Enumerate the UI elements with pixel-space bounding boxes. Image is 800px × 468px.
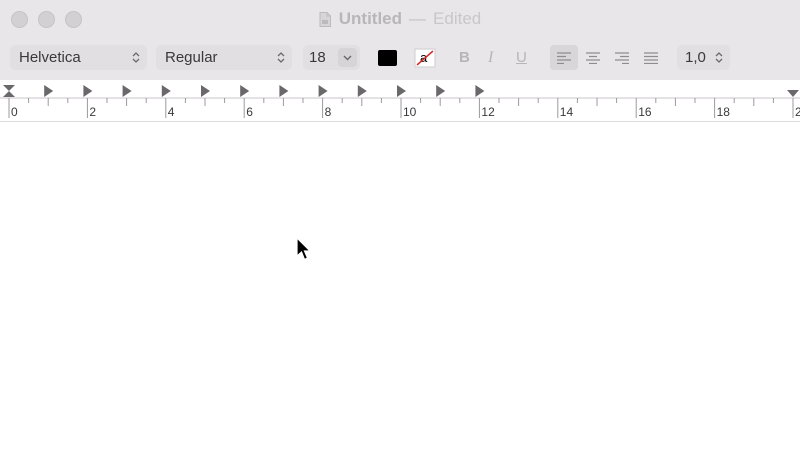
format-bar: Helvetica Regular 18 a B I U 1,0 xyxy=(0,38,800,80)
ruler-label: 4 xyxy=(168,105,175,119)
title-separator: — xyxy=(409,9,427,28)
tab-stop-marker xyxy=(318,85,328,97)
edited-status: Edited xyxy=(433,9,482,28)
ruler-label: 14 xyxy=(560,105,574,119)
ruler-label: 0 xyxy=(11,105,18,119)
left-indent-marker xyxy=(3,91,15,97)
tab-stop-marker xyxy=(122,85,132,97)
alignment-group xyxy=(550,45,666,70)
font-style-popup[interactable]: Regular xyxy=(156,45,292,70)
right-margin-marker xyxy=(787,90,799,97)
document-text-area[interactable] xyxy=(0,122,800,468)
ruler-label: 2 xyxy=(795,105,800,119)
align-justify-icon xyxy=(644,51,658,64)
window-title: Untitled — Edited xyxy=(0,0,800,38)
font-style-value: Regular xyxy=(165,49,218,66)
line-spacing-value: 1,0 xyxy=(685,49,706,66)
font-family-value: Helvetica xyxy=(19,49,81,66)
align-center-icon xyxy=(586,51,600,64)
title-bar[interactable]: Untitled — Edited xyxy=(0,0,800,38)
underline-button[interactable]: U xyxy=(516,49,527,66)
textedit-window: Untitled — Edited Helvetica Regular 18 a… xyxy=(0,0,800,468)
updown-chevron-icon xyxy=(277,52,285,63)
document-icon[interactable] xyxy=(319,11,331,27)
first-line-indent-marker xyxy=(3,85,15,91)
align-justify-button[interactable] xyxy=(637,45,665,70)
tab-stop-marker xyxy=(279,85,289,97)
ruler-label: 2 xyxy=(89,105,96,119)
align-left-button[interactable] xyxy=(550,45,578,70)
ruler[interactable]: 0 2 4 6 8 10 12 14 16 18 2 xyxy=(0,80,800,122)
tab-stop-marker xyxy=(475,85,485,97)
updown-chevron-icon xyxy=(132,52,140,63)
font-size-dropdown-button[interactable] xyxy=(338,48,357,67)
svg-text:a: a xyxy=(420,50,428,65)
background-color-well[interactable]: a xyxy=(414,48,436,68)
line-spacing-popup[interactable]: 1,0 xyxy=(677,45,730,70)
tab-stop-marker xyxy=(240,85,250,97)
updown-chevron-icon xyxy=(715,52,723,63)
tab-stop-marker xyxy=(201,85,210,97)
text-color-well[interactable] xyxy=(378,50,397,66)
bold-button[interactable]: B xyxy=(459,49,470,66)
align-right-button[interactable] xyxy=(608,45,636,70)
ruler-label: 6 xyxy=(246,105,253,119)
ruler-label: 16 xyxy=(638,105,652,119)
font-size-combo[interactable]: 18 xyxy=(303,45,360,70)
italic-button[interactable]: I xyxy=(488,49,493,67)
tab-stop-marker xyxy=(83,85,93,97)
mouse-pointer-icon xyxy=(296,237,312,261)
tab-stop-marker xyxy=(357,85,367,97)
ruler-label: 8 xyxy=(325,105,332,119)
tab-stop-marker xyxy=(44,85,54,97)
ruler-label: 10 xyxy=(403,105,417,119)
tab-stop-marker xyxy=(436,85,446,97)
ruler-scale[interactable]: 0 2 4 6 8 10 12 14 16 18 2 xyxy=(0,80,800,122)
tab-stop-marker xyxy=(161,85,171,97)
align-right-icon xyxy=(615,51,629,64)
font-size-value[interactable]: 18 xyxy=(309,49,326,66)
align-left-icon xyxy=(557,51,571,64)
font-family-popup[interactable]: Helvetica xyxy=(10,45,147,70)
ruler-label: 18 xyxy=(717,105,731,119)
ruler-label: 12 xyxy=(481,105,495,119)
chevron-down-icon xyxy=(343,55,352,60)
align-center-button[interactable] xyxy=(579,45,607,70)
tab-stop-marker xyxy=(397,85,406,97)
document-title: Untitled xyxy=(338,9,403,28)
